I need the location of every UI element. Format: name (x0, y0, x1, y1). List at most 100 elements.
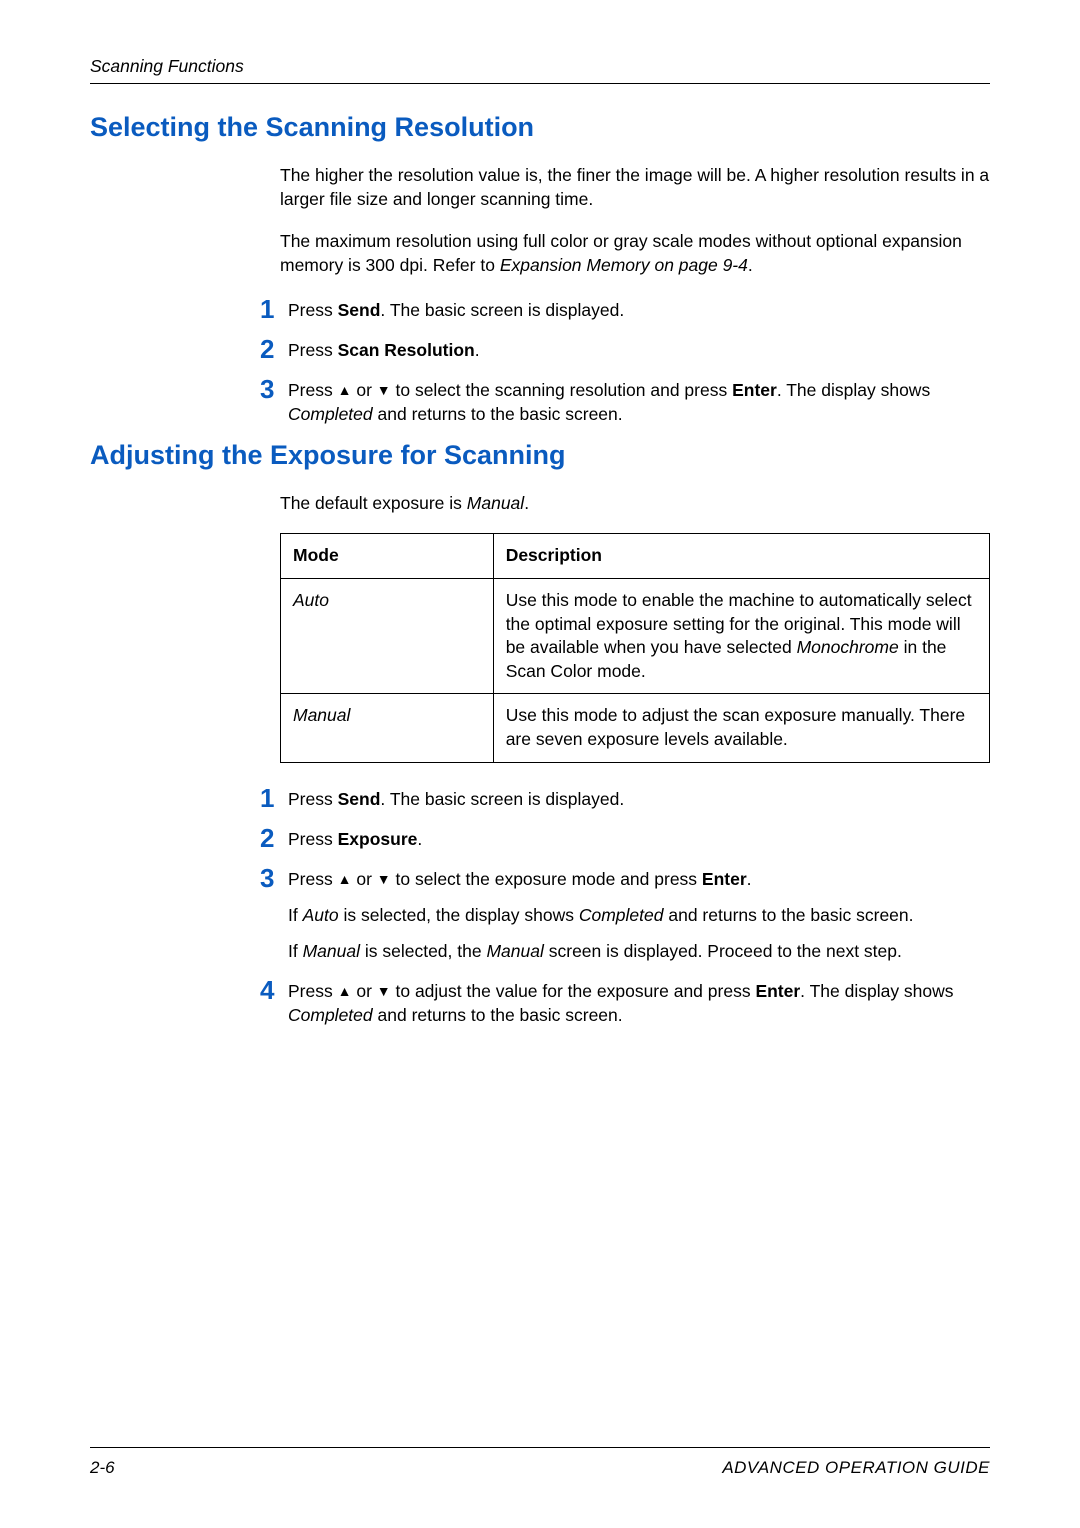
key-exposure: Exposure (338, 829, 418, 849)
mode-auto: Auto (303, 905, 339, 925)
exposure-modes-table: Mode Description Auto Use this mode to e… (280, 533, 990, 762)
text: to select the exposure mode and press (391, 869, 702, 889)
footer-rule (90, 1447, 990, 1448)
text: Press (288, 869, 338, 889)
step-text: Press Send. The basic screen is displaye… (288, 785, 624, 811)
step-1: 1 Press Send. The basic screen is displa… (260, 785, 990, 811)
table-row: Manual Use this mode to adjust the scan … (281, 694, 990, 762)
section-title-exposure: Adjusting the Exposure for Scanning (90, 440, 990, 471)
step-number: 2 (260, 336, 288, 362)
text: The default exposure is (280, 493, 467, 513)
step-text: Press Scan Resolution. (288, 336, 480, 362)
text: and returns to the basic screen. (373, 404, 623, 424)
text: . (417, 829, 422, 849)
step-text: Press ▲ or ▼ to select the exposure mode… (288, 865, 914, 963)
key-send: Send (338, 300, 381, 320)
header-rule (90, 83, 990, 84)
step-number: 3 (260, 376, 288, 402)
xref-expansion-memory: Expansion Memory on page 9-4 (500, 255, 748, 275)
text: Press (288, 789, 338, 809)
key-enter: Enter (732, 380, 777, 400)
text: . The basic screen is displayed. (380, 789, 624, 809)
key-enter: Enter (755, 981, 800, 1001)
step-text: Press Send. The basic screen is displaye… (288, 296, 624, 322)
text: . The display shows (777, 380, 930, 400)
text: and returns to the basic screen. (664, 905, 914, 925)
footer: 2-6 ADVANCED OPERATION GUIDE (90, 1447, 990, 1478)
mode-cell: Manual (281, 694, 494, 762)
text: and returns to the basic screen. (373, 1005, 623, 1025)
resolution-steps: 1 Press Send. The basic screen is displa… (260, 296, 990, 427)
arrow-down-icon: ▼ (377, 381, 391, 400)
text: Press (288, 340, 338, 360)
step-number: 4 (260, 977, 288, 1003)
mode-manual: Manual (293, 705, 350, 725)
exposure-intro: The default exposure is Manual. (280, 491, 990, 515)
screen-manual: Manual (486, 941, 543, 961)
section-title-resolution: Selecting the Scanning Resolution (90, 112, 990, 143)
running-header: Scanning Functions (90, 56, 990, 77)
text: screen is displayed. Proceed to the next… (544, 941, 902, 961)
text: . The display shows (800, 981, 953, 1001)
text: is selected, the display shows (339, 905, 579, 925)
col-description: Description (493, 534, 989, 579)
mode-cell: Auto (281, 578, 494, 694)
table-header-row: Mode Description (281, 534, 990, 579)
desc-cell: Use this mode to adjust the scan exposur… (493, 694, 989, 762)
resolution-body: The higher the resolution value is, the … (280, 163, 990, 278)
mode-manual: Manual (467, 493, 524, 513)
footer-row: 2-6 ADVANCED OPERATION GUIDE (90, 1458, 990, 1478)
text: . (524, 493, 529, 513)
status-completed: Completed (288, 404, 373, 424)
resolution-para-2: The maximum resolution using full color … (280, 229, 990, 277)
text: . The basic screen is displayed. (380, 300, 624, 320)
text: . (475, 340, 480, 360)
text: If (288, 905, 303, 925)
desc-cell: Use this mode to enable the machine to a… (493, 578, 989, 694)
text: or (351, 981, 376, 1001)
text: or (351, 869, 376, 889)
table-row: Auto Use this mode to enable the machine… (281, 578, 990, 694)
step-number: 1 (260, 785, 288, 811)
page: Scanning Functions Selecting the Scannin… (0, 0, 1080, 1528)
mode-manual: Manual (303, 941, 360, 961)
step-number: 1 (260, 296, 288, 322)
arrow-down-icon: ▼ (377, 870, 391, 889)
text: . (747, 869, 752, 889)
step-text: Press Exposure. (288, 825, 422, 851)
mode-auto: Auto (293, 590, 329, 610)
text: Press (288, 300, 338, 320)
key-send: Send (338, 789, 381, 809)
col-mode: Mode (281, 534, 494, 579)
guide-title: ADVANCED OPERATION GUIDE (722, 1458, 990, 1478)
arrow-up-icon: ▲ (338, 870, 352, 889)
text: . (748, 255, 753, 275)
page-number: 2-6 (90, 1458, 115, 1478)
step-2: 2 Press Exposure. (260, 825, 990, 851)
arrow-up-icon: ▲ (338, 381, 352, 400)
arrow-up-icon: ▲ (338, 982, 352, 1001)
mode-monochrome: Monochrome (797, 637, 899, 657)
step-text: Press ▲ or ▼ to select the scanning reso… (288, 376, 990, 426)
step-2: 2 Press Scan Resolution. (260, 336, 990, 362)
status-completed: Completed (288, 1005, 373, 1025)
key-scan-resolution: Scan Resolution (338, 340, 475, 360)
step-number: 2 (260, 825, 288, 851)
text: to select the scanning resolution and pr… (391, 380, 732, 400)
text: Press (288, 829, 338, 849)
text: If (288, 941, 303, 961)
resolution-para-1: The higher the resolution value is, the … (280, 163, 990, 211)
text: Press (288, 380, 338, 400)
arrow-down-icon: ▼ (377, 982, 391, 1001)
step-4: 4 Press ▲ or ▼ to adjust the value for t… (260, 977, 990, 1027)
exposure-body: The default exposure is Manual. Mode Des… (280, 491, 990, 763)
key-enter: Enter (702, 869, 747, 889)
step-1: 1 Press Send. The basic screen is displa… (260, 296, 990, 322)
step-number: 3 (260, 865, 288, 891)
text: to adjust the value for the exposure and… (391, 981, 756, 1001)
step-3: 3 Press ▲ or ▼ to select the exposure mo… (260, 865, 990, 963)
text: Press (288, 981, 338, 1001)
text: is selected, the (360, 941, 486, 961)
text: or (351, 380, 376, 400)
exposure-steps: 1 Press Send. The basic screen is displa… (260, 785, 990, 1028)
